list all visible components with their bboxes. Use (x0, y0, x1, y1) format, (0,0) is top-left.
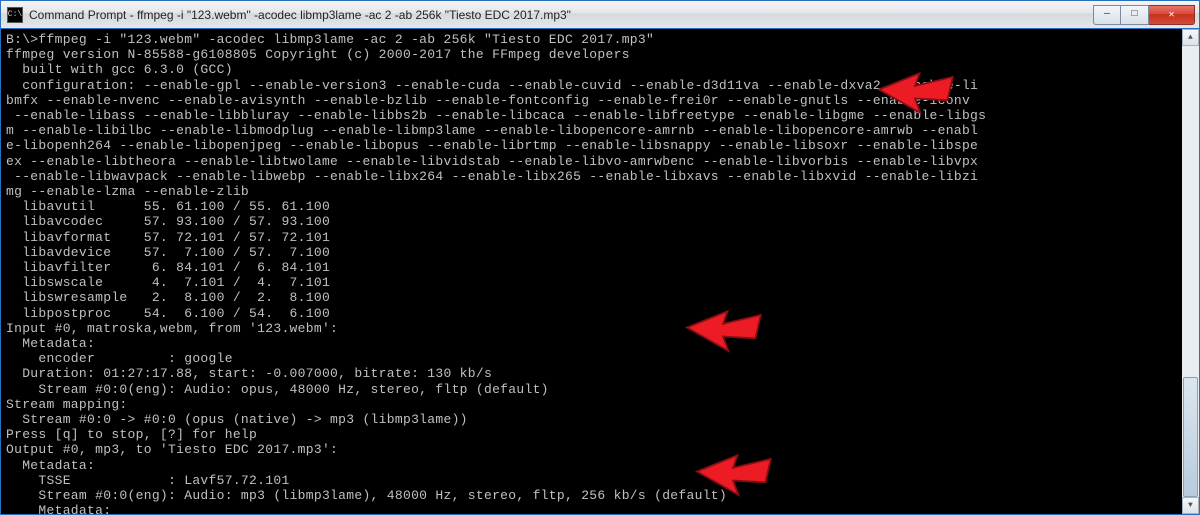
close-button[interactable]: ✕ (1149, 5, 1195, 25)
input-stream: Stream #0:0(eng): Audio: opus, 48000 Hz,… (6, 382, 549, 397)
window-controls: — □ ✕ (1093, 5, 1195, 25)
terminal-output[interactable]: B:\>ffmpeg -i "123.webm" -acodec libmp3l… (1, 29, 1199, 514)
output-metadata-label2: Metadata: (6, 503, 111, 514)
ffmpeg-version: ffmpeg version N-85588-g6108805 Copyrigh… (6, 47, 630, 62)
annotation-arrow-3 (639, 429, 729, 493)
press-help: Press [q] to stop, [?] for help (6, 427, 257, 442)
scroll-track[interactable] (1182, 46, 1199, 497)
input-duration: Duration: 01:27:17.88, start: -0.007000,… (6, 366, 492, 381)
output-tsse: TSSE : Lavf57.72.101 (6, 473, 290, 488)
maximize-button[interactable]: □ (1121, 5, 1149, 25)
scroll-down-button[interactable]: ▼ (1182, 497, 1199, 514)
cmd-window: C:\ Command Prompt - ffmpeg -i "123.webm… (0, 0, 1200, 515)
cmd-line: B:\>ffmpeg -i "123.webm" -acodec libmp3l… (6, 32, 654, 47)
minimize-button[interactable]: — (1093, 5, 1121, 25)
scroll-up-button[interactable]: ▲ (1182, 29, 1199, 46)
output-header: Output #0, mp3, to 'Tiesto EDC 2017.mp3'… (6, 442, 338, 457)
window-title: Command Prompt - ffmpeg -i "123.webm" -a… (29, 8, 1093, 22)
scroll-thumb[interactable] (1183, 377, 1198, 497)
output-metadata-label: Metadata: (6, 458, 95, 473)
annotation-arrow-2 (629, 285, 719, 349)
output-stream: Stream #0:0(eng): Audio: mp3 (libmp3lame… (6, 488, 727, 503)
lib-versions: libavutil 55. 61.100 / 55. 61.100 libavc… (6, 199, 330, 320)
input-metadata-label: Metadata: (6, 336, 95, 351)
cmd-icon: C:\ (7, 7, 23, 23)
input-header: Input #0, matroska,webm, from '123.webm'… (6, 321, 338, 336)
built-with: built with gcc 6.3.0 (GCC) (6, 62, 233, 77)
configuration: configuration: --enable-gpl --enable-ver… (6, 78, 986, 199)
vertical-scrollbar[interactable]: ▲ ▼ (1182, 29, 1199, 514)
stream-mapping-label: Stream mapping: (6, 397, 128, 412)
input-encoder: encoder : google (6, 351, 233, 366)
titlebar[interactable]: C:\ Command Prompt - ffmpeg -i "123.webm… (1, 1, 1199, 29)
stream-mapping-line: Stream #0:0 -> #0:0 (opus (native) -> mp… (6, 412, 468, 427)
